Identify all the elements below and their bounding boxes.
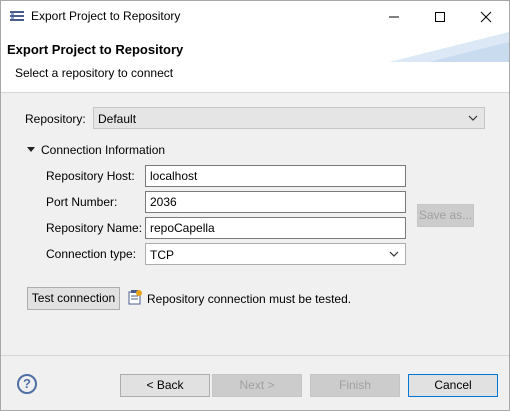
wizard-banner: Export Project to Repository Select a re… bbox=[1, 32, 509, 93]
wizard-subtitle: Select a repository to connect bbox=[15, 66, 174, 80]
section-expand-icon[interactable] bbox=[27, 146, 35, 154]
port-input[interactable] bbox=[145, 191, 406, 213]
app-icon bbox=[10, 11, 24, 21]
cancel-button[interactable]: Cancel bbox=[408, 374, 498, 397]
connection-status-text: Repository connection must be tested. bbox=[147, 292, 352, 306]
repository-name-input[interactable] bbox=[145, 217, 406, 239]
maximize-button[interactable] bbox=[417, 1, 463, 32]
chevron-down-icon bbox=[389, 251, 399, 257]
banner-decoration bbox=[389, 32, 509, 62]
close-button[interactable] bbox=[463, 1, 509, 32]
save-as-button[interactable]: Save as... bbox=[417, 204, 474, 227]
connection-type-select[interactable]: TCP bbox=[145, 243, 406, 265]
window-title: Export Project to Repository bbox=[31, 9, 181, 23]
maximize-icon bbox=[435, 12, 445, 23]
connection-section-label: Connection Information bbox=[41, 143, 166, 157]
close-icon bbox=[480, 11, 492, 23]
minimize-icon bbox=[389, 16, 399, 18]
footer-separator bbox=[1, 355, 509, 356]
connection-type-label: Connection type: bbox=[46, 247, 137, 261]
back-button[interactable]: < Back bbox=[120, 374, 210, 397]
repository-select[interactable]: Default bbox=[93, 107, 485, 129]
test-connection-button[interactable]: Test connection bbox=[27, 287, 120, 310]
title-bar: Export Project to Repository bbox=[1, 1, 509, 32]
finish-button[interactable]: Finish bbox=[310, 374, 400, 397]
minimize-button[interactable] bbox=[371, 1, 417, 32]
host-input[interactable] bbox=[145, 165, 406, 187]
connection-type-value: TCP bbox=[150, 248, 174, 262]
repository-warning-icon bbox=[128, 290, 142, 305]
export-dialog: Export Project to Repository Export Proj… bbox=[0, 0, 510, 411]
repository-select-value: Default bbox=[98, 112, 137, 126]
wizard-title: Export Project to Repository bbox=[7, 42, 184, 57]
next-button[interactable]: Next > bbox=[212, 374, 302, 397]
repository-label: Repository: bbox=[25, 112, 86, 126]
help-icon[interactable]: ? bbox=[17, 374, 37, 394]
host-label: Repository Host: bbox=[46, 169, 135, 183]
repository-name-label: Repository Name: bbox=[46, 221, 143, 235]
port-label: Port Number: bbox=[46, 195, 118, 209]
chevron-down-icon bbox=[468, 115, 478, 121]
